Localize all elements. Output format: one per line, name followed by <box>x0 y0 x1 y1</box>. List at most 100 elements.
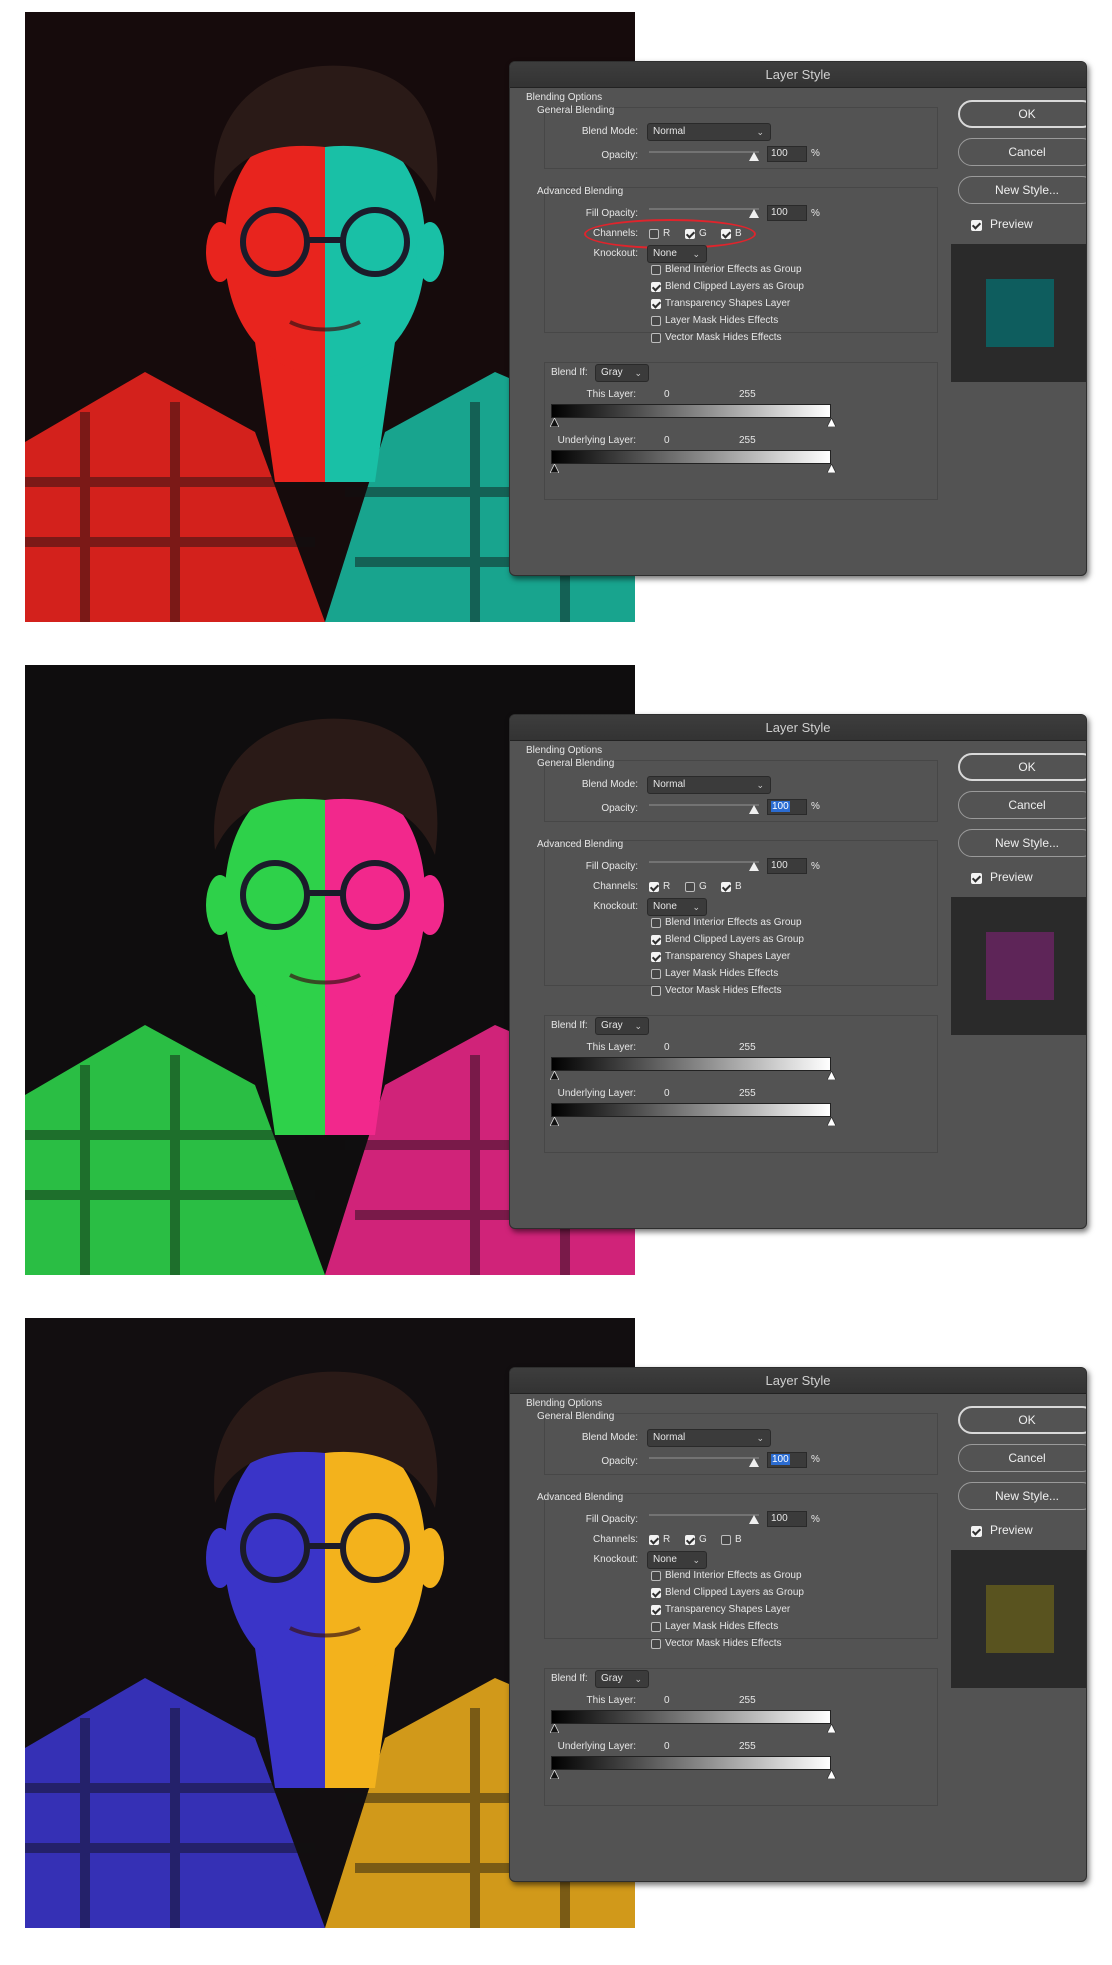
opacity-slider[interactable] <box>649 799 759 814</box>
ok-button[interactable]: OK <box>958 1406 1086 1434</box>
cancel-button[interactable]: Cancel <box>958 138 1086 166</box>
dialog-title: Layer Style <box>510 1368 1086 1394</box>
cancel-button[interactable]: Cancel <box>958 791 1086 819</box>
general-blending-group: General Blending Blend Mode: Normal ⌄ Op… <box>537 1411 938 1475</box>
this-layer-gradient <box>551 404 831 418</box>
knockout-label: Knockout: <box>593 901 638 912</box>
blend-if-dropdown[interactable]: Gray ⌄ <box>595 1670 649 1688</box>
blend-interior-effects-checkbox[interactable] <box>651 918 661 928</box>
advanced-blending-group: Advanced Blending Fill Opacity: 100 % Ch… <box>537 186 938 343</box>
transparency-shapes-checkbox[interactable] <box>651 299 661 309</box>
this-layer-label: This Layer: <box>586 389 636 400</box>
underlying-layer-label: Underlying Layer: <box>557 1088 636 1099</box>
blend-if-value: Gray <box>601 367 623 378</box>
underlying-white-stop[interactable] <box>827 1770 836 1779</box>
blend-if-value: Gray <box>601 1673 623 1684</box>
transparency-shapes-checkbox[interactable] <box>651 1605 661 1615</box>
blend-clipped-layers-checkbox[interactable] <box>651 1588 661 1598</box>
blend-clipped-layers-checkbox[interactable] <box>651 935 661 945</box>
knockout-dropdown[interactable]: None ⌄ <box>647 1551 707 1569</box>
vector-mask-hides-checkbox[interactable] <box>651 986 661 996</box>
chevron-down-icon: ⌄ <box>692 1555 700 1565</box>
fill-opacity-field[interactable]: 100 <box>767 205 807 221</box>
fill-opacity-slider[interactable] <box>649 1509 759 1524</box>
vector-mask-hides-checkbox[interactable] <box>651 333 661 343</box>
blend-interior-effects-checkbox[interactable] <box>651 265 661 275</box>
opacity-percent: % <box>811 801 820 812</box>
new-style-button[interactable]: New Style... <box>958 1482 1086 1510</box>
ok-button[interactable]: OK <box>958 100 1086 128</box>
layer-mask-hides-checkbox[interactable] <box>651 1622 661 1632</box>
opacity-label: Opacity: <box>601 1456 638 1467</box>
fill-opacity-slider[interactable] <box>649 856 759 871</box>
this-layer-min: 0 <box>664 389 670 400</box>
opacity-slider[interactable] <box>649 1452 759 1467</box>
layer-mask-hides-checkbox[interactable] <box>651 316 661 326</box>
general-blending-heading: General Blending <box>537 1411 615 1422</box>
underlying-layer-min: 0 <box>664 1088 670 1099</box>
opacity-slider[interactable] <box>649 146 759 161</box>
channel-r-checkbox[interactable] <box>649 1535 659 1545</box>
this-layer-white-stop[interactable] <box>827 418 836 427</box>
chevron-down-icon: ⌄ <box>634 1674 642 1684</box>
this-layer-black-stop[interactable] <box>550 1071 559 1080</box>
blend-if-dropdown[interactable]: Gray ⌄ <box>595 1017 649 1035</box>
underlying-black-stop[interactable] <box>550 1117 559 1126</box>
opacity-field[interactable]: 100 <box>767 1452 807 1468</box>
blend-mode-dropdown[interactable]: Normal ⌄ <box>647 1429 771 1447</box>
vector-mask-hides-checkbox[interactable] <box>651 1639 661 1649</box>
preview-checkbox[interactable] <box>971 873 982 884</box>
ok-button[interactable]: OK <box>958 753 1086 781</box>
underlying-layer-gradient <box>551 1756 831 1770</box>
fill-opacity-slider[interactable] <box>649 203 759 218</box>
channel-b-checkbox[interactable] <box>721 1535 731 1545</box>
opacity-field[interactable]: 100 <box>767 799 807 815</box>
opacity-field[interactable]: 100 <box>767 146 807 162</box>
underlying-layer-label: Underlying Layer: <box>557 435 636 446</box>
general-blending-heading: General Blending <box>537 105 615 116</box>
fill-opacity-field[interactable]: 100 <box>767 1511 807 1527</box>
underlying-black-stop[interactable] <box>550 464 559 473</box>
channel-b-label: B <box>735 881 742 892</box>
underlying-layer-min: 0 <box>664 435 670 446</box>
chevron-down-icon: ⌄ <box>692 249 700 259</box>
preview-checkbox[interactable] <box>971 220 982 231</box>
new-style-button[interactable]: New Style... <box>958 829 1086 857</box>
blend-if-dropdown[interactable]: Gray ⌄ <box>595 364 649 382</box>
blend-if-group: Blend If: Gray ⌄ This Layer: 0 255 Under… <box>544 1015 938 1153</box>
this-layer-max: 255 <box>739 1695 756 1706</box>
opacity-percent: % <box>811 1454 820 1465</box>
underlying-black-stop[interactable] <box>550 1770 559 1779</box>
knockout-dropdown[interactable]: None ⌄ <box>647 898 707 916</box>
preview-checkbox[interactable] <box>971 1526 982 1537</box>
channel-b-checkbox[interactable] <box>721 882 731 892</box>
underlying-layer-max: 255 <box>739 1088 756 1099</box>
underlying-white-stop[interactable] <box>827 464 836 473</box>
blending-options-heading: Blending Options <box>526 745 603 756</box>
fill-opacity-field[interactable]: 100 <box>767 858 807 874</box>
blend-clipped-layers-label: Blend Clipped Layers as Group <box>665 281 804 292</box>
knockout-dropdown[interactable]: None ⌄ <box>647 245 707 263</box>
underlying-white-stop[interactable] <box>827 1117 836 1126</box>
underlying-layer-max: 255 <box>739 1741 756 1752</box>
channel-g-checkbox[interactable] <box>685 1535 695 1545</box>
vector-mask-hides-label: Vector Mask Hides Effects <box>665 985 782 996</box>
layer-mask-hides-checkbox[interactable] <box>651 969 661 979</box>
fill-opacity-percent: % <box>811 1514 820 1525</box>
channel-r-checkbox[interactable] <box>649 882 659 892</box>
new-style-button[interactable]: New Style... <box>958 176 1086 204</box>
this-layer-white-stop[interactable] <box>827 1724 836 1733</box>
general-blending-heading: General Blending <box>537 758 615 769</box>
this-layer-white-stop[interactable] <box>827 1071 836 1080</box>
cancel-button[interactable]: Cancel <box>958 1444 1086 1472</box>
channel-g-checkbox[interactable] <box>685 882 695 892</box>
this-layer-gradient <box>551 1710 831 1724</box>
this-layer-black-stop[interactable] <box>550 418 559 427</box>
transparency-shapes-checkbox[interactable] <box>651 952 661 962</box>
blend-interior-effects-checkbox[interactable] <box>651 1571 661 1581</box>
this-layer-black-stop[interactable] <box>550 1724 559 1733</box>
blend-clipped-layers-checkbox[interactable] <box>651 282 661 292</box>
knockout-value: None <box>653 248 677 259</box>
blend-mode-dropdown[interactable]: Normal ⌄ <box>647 776 771 794</box>
blend-mode-dropdown[interactable]: Normal ⌄ <box>647 123 771 141</box>
